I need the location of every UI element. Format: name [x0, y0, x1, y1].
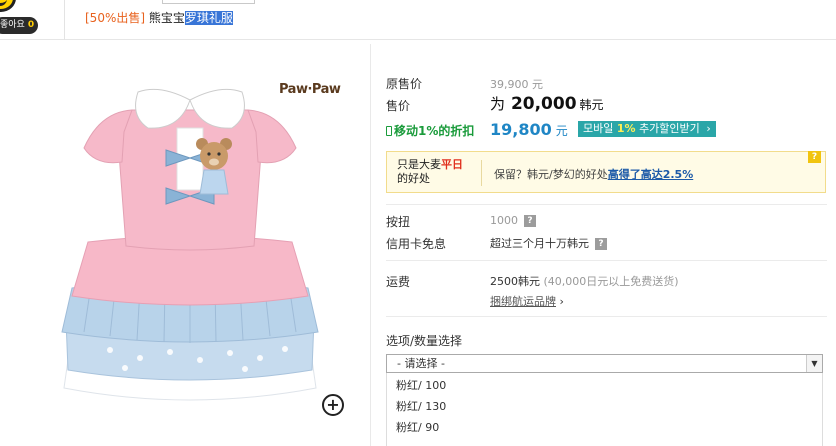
options-label: 选项/数量选择 — [386, 334, 463, 348]
mobile-discount-button[interactable]: 모바일 1% 추가할인받기 › — [578, 121, 716, 137]
points-row: 1000? — [490, 214, 536, 227]
shipping-row: 2500韩元 (40,000日元以上免费送货) — [490, 273, 679, 289]
promo-box: 只是大麦平日 的好处 保留？韩元/梦幻的好处高得了高达2.5% ? — [386, 151, 826, 193]
chevron-right-icon: › — [559, 295, 564, 308]
original-price-value: 39,900 元 — [490, 78, 543, 91]
points-help-icon[interactable]: ? — [524, 215, 536, 227]
points-value: 1000 — [490, 214, 518, 227]
promo-text: 保留？韩元/梦幻的好处高得了高达2.5% — [494, 168, 694, 181]
dress-illustration — [61, 88, 319, 401]
option-item[interactable]: 粉红/ 90 — [396, 419, 439, 435]
sale-price-prefix: 为 — [490, 95, 506, 113]
divider — [386, 260, 827, 261]
brand-logo: Paw·Paw — [279, 82, 341, 97]
chevron-right-icon: › — [706, 122, 711, 135]
sale-price: 为 20,000 韩元 — [490, 93, 604, 114]
sale-price-value: 20,000 — [510, 94, 577, 114]
shipping-note: (40,000日元以上免费送货) — [543, 275, 679, 288]
chevron-down-icon[interactable]: ▼ — [806, 355, 822, 372]
title-brand: 熊宝宝 — [148, 11, 185, 25]
option-item[interactable]: 粉红/ 100 — [396, 377, 446, 393]
help-icon[interactable]: ? — [808, 151, 821, 163]
product-info-panel: 原售价 39,900 元 售价 为 20,000 韩元 移动1%的折扣 19,80… — [370, 44, 836, 446]
product-title: [50%出售] 熊宝宝罗琪礼服 — [85, 10, 233, 26]
promo-link[interactable]: 高得了高达2.5% — [608, 168, 694, 181]
sale-price-unit: 韩元 — [579, 98, 604, 112]
top-bar: 좋아요 0 [50%出售] 熊宝宝罗琪礼服 — [0, 0, 836, 40]
original-price-label: 原售价 — [386, 77, 423, 91]
title-tag: [50%出售] — [85, 11, 146, 25]
divider — [386, 204, 827, 205]
option-select[interactable]: - 请选择 - ▼ — [386, 354, 823, 373]
mobile-phone-icon — [386, 126, 392, 136]
card-value: 超过三个月十万韩元 — [490, 237, 589, 250]
card-row: 超过三个月十万韩元? — [490, 235, 607, 251]
mobile-discount-label: 移动1%的折扣 — [386, 122, 474, 139]
mobile-price: 19,800 元 — [490, 120, 568, 139]
shipping-label: 运费 — [386, 275, 411, 289]
zoom-button[interactable]: + — [322, 394, 344, 416]
option-dropdown-list: 粉红/ 100 粉红/ 130 粉红/ 90 — [386, 373, 823, 446]
card-label: 信用卡免息 — [386, 237, 447, 251]
like-label: 좋아요 — [0, 20, 25, 30]
option-select-value: - 请选择 - — [397, 357, 445, 370]
smiley-icon — [0, 0, 16, 12]
top-divider — [64, 0, 65, 40]
shipping-value: 2500韩元 — [490, 275, 540, 288]
divider — [386, 316, 827, 317]
like-count: 0 — [27, 20, 35, 30]
promo-title: 只是大麦平日 的好处 — [397, 158, 463, 185]
product-image — [40, 70, 360, 420]
option-item[interactable]: 粉红/ 130 — [396, 398, 446, 414]
mobile-price-value: 19,800 — [490, 120, 552, 139]
title-highlight: 罗琪礼服 — [184, 11, 233, 25]
promo-divider — [481, 160, 482, 186]
sale-price-label: 售价 — [386, 99, 411, 113]
bundle-shipping-link[interactable]: 捆绑航运品牌 › — [490, 293, 564, 309]
top-input-field[interactable] — [162, 0, 255, 4]
card-help-icon[interactable]: ? — [595, 238, 607, 250]
points-label: 按扭 — [386, 215, 411, 229]
like-button[interactable]: 좋아요 0 — [0, 17, 39, 34]
mobile-price-unit: 元 — [555, 124, 568, 138]
